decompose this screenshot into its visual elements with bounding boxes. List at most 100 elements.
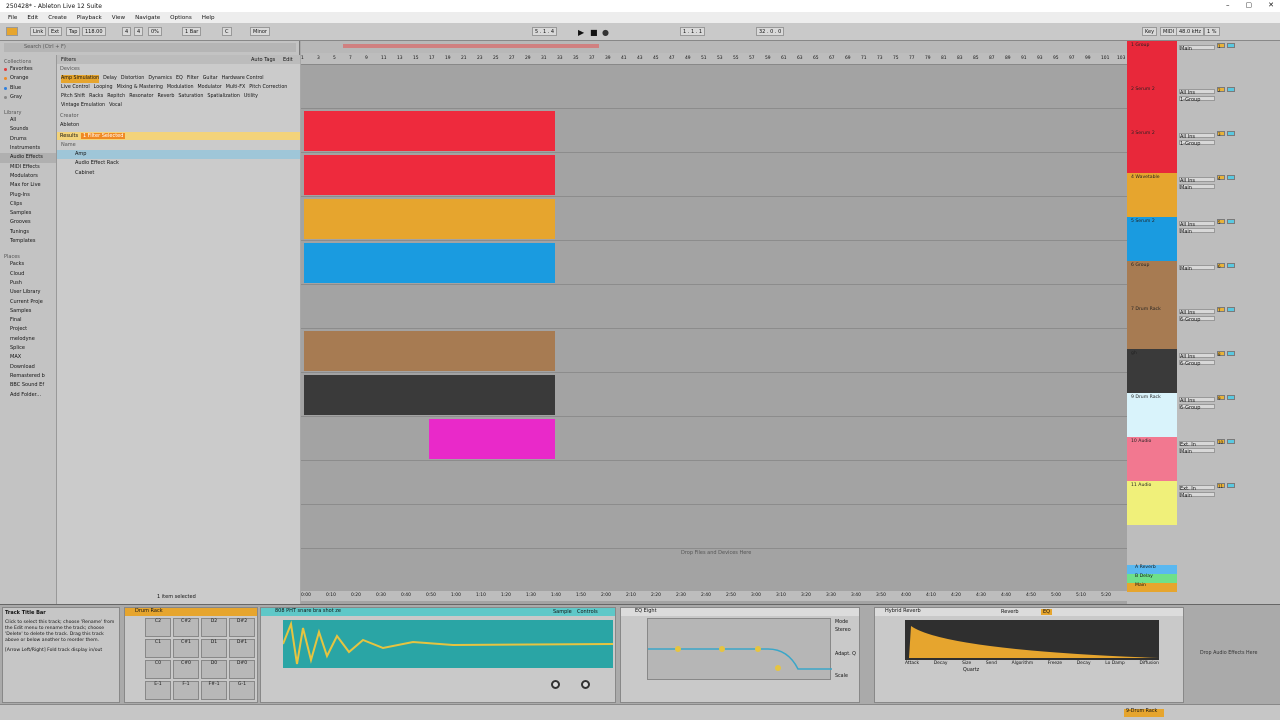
drum-pad[interactable]: D#2 [229, 618, 255, 637]
track-lane[interactable] [301, 109, 1127, 153]
key-select[interactable]: C [222, 27, 232, 36]
places-item[interactable]: Current Proje [0, 298, 56, 307]
results-badge[interactable]: 1 Filter Selected [81, 133, 126, 139]
track-name[interactable]: 10 Audio [1131, 439, 1151, 444]
arrangement-clip[interactable] [304, 155, 555, 195]
filter-tag[interactable]: Modulator [198, 84, 222, 92]
filter-tag[interactable]: Dynamics [148, 75, 172, 83]
drum-pad[interactable]: D#0 [229, 660, 255, 679]
drum-pad[interactable]: D#1 [229, 639, 255, 658]
track-name[interactable]: 7 Drum Rack [1131, 307, 1161, 312]
eq-display[interactable] [647, 618, 832, 680]
track-header[interactable]: 6 Group [1127, 261, 1177, 305]
filter-tag[interactable]: Hardware Control [222, 75, 264, 83]
filter-tag[interactable]: Modulation [167, 84, 194, 92]
track-header[interactable]: 7 Drum Rack [1127, 305, 1177, 349]
track-activator-button[interactable]: 8 [1217, 351, 1225, 357]
search-input[interactable]: Search (Ctrl + F) [4, 43, 296, 52]
beat-ruler[interactable]: 1 3 5 7 9 11 13 15 17 19 21 23 25 27 29 31 33 35 37 39 41 43 4… [301, 53, 1127, 65]
track-name[interactable]: 1 Group [1131, 43, 1149, 48]
track-name[interactable]: 3 Serum 2 [1131, 131, 1155, 136]
collection-item[interactable]: Gray [0, 93, 56, 102]
solo-button[interactable] [1227, 307, 1235, 312]
filter-tag[interactable]: Saturation [178, 93, 203, 101]
drum-pad[interactable]: D1 [201, 639, 227, 658]
name-column-header[interactable]: Name [57, 140, 300, 150]
menu-options[interactable]: Options [170, 15, 192, 21]
maximize-icon[interactable]: ▢ [1246, 1, 1253, 9]
filter-tag[interactable]: Vintage Emulation [61, 102, 105, 110]
track-lane[interactable] [301, 373, 1127, 417]
places-item[interactable]: Add Folder... [0, 391, 56, 400]
places-item[interactable]: Project [0, 325, 56, 334]
drum-pad[interactable]: F#-1 [201, 681, 227, 700]
filter-tag[interactable]: Utility [244, 93, 258, 101]
places-item[interactable]: User Library [0, 288, 56, 297]
track-name[interactable]: 11 Audio [1131, 483, 1151, 488]
menu-view[interactable]: View [112, 15, 125, 21]
input-select[interactable]: Ext. In [1179, 441, 1215, 448]
drum-pad[interactable]: C#1 [173, 639, 199, 658]
track-lane[interactable] [301, 153, 1127, 197]
tap-button[interactable]: Tap [66, 27, 81, 36]
ext-button[interactable]: Ext [48, 27, 63, 36]
places-item[interactable]: Splice [0, 344, 56, 353]
filter-tag[interactable]: Distortion [121, 75, 145, 83]
scale-select[interactable]: Minor [250, 27, 270, 36]
output-select[interactable]: Main [1179, 45, 1215, 52]
library-item[interactable]: Plug-Ins [0, 191, 56, 200]
places-item[interactable]: Packs [0, 260, 56, 269]
track-activator-button[interactable]: 1 [1217, 43, 1225, 49]
output-select[interactable]: Main [1179, 492, 1215, 499]
position-field[interactable]: 5 . 1 . 4 [532, 27, 558, 36]
output-select[interactable]: Main [1179, 228, 1215, 235]
library-item[interactable]: Instruments [0, 144, 56, 153]
meter-den[interactable]: 4 [134, 27, 144, 36]
swing-field[interactable]: 0% [148, 27, 162, 36]
output-select[interactable]: 6-Group [1179, 316, 1215, 323]
solo-button[interactable] [1227, 175, 1235, 180]
meter-num[interactable]: 4 [122, 27, 132, 36]
places-item[interactable]: Samples [0, 307, 56, 316]
filter-tag[interactable]: Filter [187, 75, 199, 83]
track-lane[interactable] [301, 65, 1127, 109]
input-select[interactable]: All Ins [1179, 221, 1215, 228]
library-item[interactable]: Samples [0, 209, 56, 218]
input-select[interactable]: All Ins [1179, 353, 1215, 360]
input-select[interactable]: All Ins [1179, 397, 1215, 404]
library-item[interactable]: Modulators [0, 172, 56, 181]
pan-knob[interactable] [581, 680, 590, 689]
track-activator-button[interactable]: 2 [1217, 87, 1225, 93]
library-item[interactable]: Audio Effects [0, 153, 56, 163]
track-lane[interactable] [301, 285, 1127, 329]
filters-label[interactable]: Filters [61, 57, 76, 63]
drum-pad[interactable]: C#0 [173, 660, 199, 679]
output-select[interactable]: 6-Group [1179, 360, 1215, 367]
track-activator-button[interactable]: 10 [1217, 439, 1225, 445]
places-item[interactable]: melodyne [0, 335, 56, 344]
drum-pad[interactable]: C1 [145, 639, 171, 658]
track-lane[interactable] [301, 329, 1127, 373]
waveform-display[interactable] [282, 620, 614, 668]
track-header[interactable]: 4 Wavetable [1127, 173, 1177, 217]
track-name[interactable]: 6 Group [1131, 263, 1149, 268]
filter-tag[interactable]: Pitch Correction [249, 84, 287, 92]
minimize-icon[interactable]: – [1226, 1, 1230, 9]
places-item[interactable]: Final [0, 316, 56, 325]
track-name[interactable]: 9 Drum Rack [1131, 395, 1161, 400]
track-name[interactable]: 5 Serum 2 [1131, 219, 1155, 224]
drum-pad[interactable]: C2 [145, 618, 171, 637]
solo-button[interactable] [1227, 43, 1235, 48]
track-lane[interactable] [301, 197, 1127, 241]
output-select[interactable]: Main [1179, 184, 1215, 191]
time-ruler[interactable]: 0:00 0:10 0:20 0:30 0:40 0:50 1:00 1:10 1:20 1:30… [301, 591, 1127, 601]
track-name[interactable]: 4 Wavetable [1131, 175, 1160, 180]
input-select[interactable]: Ext. In [1179, 485, 1215, 492]
bar-icon[interactable] [6, 27, 18, 36]
arrangement-clip[interactable] [304, 199, 555, 239]
track-activator-button[interactable]: 9 [1217, 395, 1225, 401]
result-folder[interactable]: Amp [57, 150, 300, 160]
overview-strip[interactable] [301, 41, 1127, 53]
simpler-tab-controls[interactable]: Controls [577, 609, 598, 615]
drum-pad[interactable]: G-1 [229, 681, 255, 700]
